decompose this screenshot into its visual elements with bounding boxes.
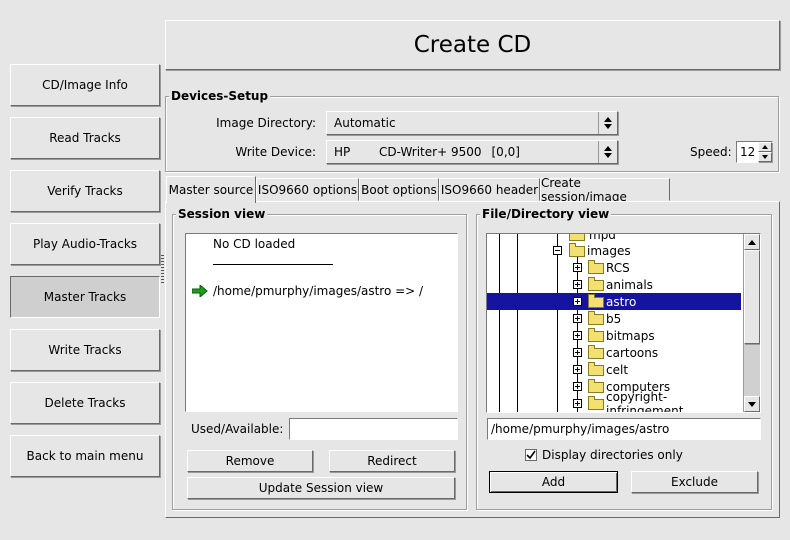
tree-row-animals[interactable]: animals: [487, 276, 741, 293]
session-list[interactable]: No CD loaded /home/pmurphy/images/astro …: [185, 233, 458, 412]
master-tracks-button[interactable]: Master Tracks: [10, 276, 160, 318]
delete-tracks-button[interactable]: Delete Tracks: [10, 382, 160, 424]
expand-icon[interactable]: [573, 365, 582, 374]
tab-boot-options[interactable]: Boot options: [359, 178, 439, 201]
tree-row-bitmaps[interactable]: bitmaps: [487, 327, 741, 344]
file-directory-view-label: File/Directory view: [480, 207, 612, 221]
image-directory-label: Image Directory:: [216, 116, 316, 130]
speed-down-icon[interactable]: [758, 152, 772, 162]
remove-button[interactable]: Remove: [187, 450, 313, 472]
page-title: Create CD: [165, 20, 780, 70]
updown-arrows-icon: [598, 141, 617, 163]
speed-spinbox[interactable]: 12: [736, 141, 773, 163]
folder-icon: [588, 379, 604, 393]
tree-item-label: celt: [606, 362, 629, 377]
tree-row-astro[interactable]: astro: [487, 293, 741, 310]
write-tracks-button[interactable]: Write Tracks: [10, 329, 160, 371]
tab-iso9660-options[interactable]: ISO9660 options: [256, 178, 359, 201]
write-device-bus: [0,0]: [491, 145, 520, 159]
display-directories-checkbox[interactable]: [525, 449, 537, 461]
splitter-handle[interactable]: [161, 255, 164, 285]
devices-setup-label: Devices-Setup: [169, 89, 271, 103]
cd-image-info-button[interactable]: CD/Image Info: [10, 64, 160, 106]
tab-master-source[interactable]: Master source: [166, 176, 256, 203]
expand-icon[interactable]: [573, 331, 582, 340]
green-arrow-icon: [191, 283, 208, 300]
open-folder-icon: [569, 243, 585, 257]
updown-arrows-icon: [598, 112, 617, 134]
folder-icon: [588, 328, 604, 342]
folder-icon: [588, 277, 604, 291]
expand-icon[interactable]: [573, 263, 582, 272]
vertical-scrollbar[interactable]: [743, 234, 760, 412]
folder-icon: [588, 311, 604, 325]
expand-icon[interactable]: [573, 399, 582, 408]
add-button[interactable]: Add: [489, 471, 618, 493]
checkmark-icon: [526, 450, 536, 460]
tree-item-label: b5: [606, 311, 622, 326]
write-device-label: Write Device:: [235, 145, 316, 159]
read-tracks-button[interactable]: Read Tracks: [10, 117, 160, 159]
tree-item-label: copyright-infringement: [606, 389, 684, 413]
tree-row-rcs[interactable]: RCS: [487, 259, 741, 276]
folder-icon: [588, 362, 604, 376]
used-available-field: [289, 418, 458, 440]
verify-tracks-button[interactable]: Verify Tracks: [10, 170, 160, 212]
write-device-model: CD-Writer+ 9500: [379, 145, 482, 159]
directory-tree[interactable]: mpd images RCS animals astro b5 bitmaps …: [486, 233, 761, 413]
play-audio-tracks-button[interactable]: Play Audio-Tracks: [10, 223, 160, 265]
folder-icon: [588, 294, 604, 308]
scroll-up-icon[interactable]: [744, 234, 760, 250]
session-entry[interactable]: /home/pmurphy/images/astro => /: [213, 284, 423, 298]
image-directory-value: Automatic: [334, 116, 396, 130]
tree-item-label: bitmaps: [606, 328, 655, 343]
collapse-icon[interactable]: [553, 246, 562, 255]
separator-line: [213, 264, 333, 265]
display-directories-label: Display directories only: [542, 448, 683, 462]
path-input[interactable]: /home/pmurphy/images/astro: [487, 418, 761, 440]
exclude-button[interactable]: Exclude: [631, 471, 758, 493]
tree-row-copyright-infringement[interactable]: copyright-infringement: [487, 390, 741, 412]
folder-icon: [588, 345, 604, 359]
tree-item-label: images: [587, 243, 631, 258]
redirect-button[interactable]: Redirect: [329, 450, 455, 472]
tree-row-celt[interactable]: celt: [487, 361, 741, 378]
write-device-select[interactable]: HP CD-Writer+ 9500 [0,0]: [326, 140, 618, 164]
tree-item-label: astro: [606, 294, 637, 309]
tree-item-label: mpd: [589, 233, 616, 242]
expand-icon[interactable]: [573, 280, 582, 289]
tab-iso9660-header[interactable]: ISO9660 header: [439, 178, 540, 201]
expand-icon[interactable]: [573, 382, 582, 391]
tree-row-images[interactable]: images: [487, 242, 741, 259]
tree-item-label: animals: [606, 277, 653, 292]
no-cd-text: No CD loaded: [213, 237, 296, 251]
tree-item-label: cartoons: [606, 345, 659, 360]
folder-icon: [569, 234, 585, 241]
expand-icon[interactable]: [573, 348, 582, 357]
speed-value: 12: [740, 145, 756, 159]
session-view-label: Session view: [176, 207, 268, 221]
update-session-view-button[interactable]: Update Session view: [187, 477, 455, 499]
scrollbar-thumb[interactable]: [744, 250, 760, 344]
speed-up-icon[interactable]: [758, 142, 772, 152]
tree-row-cartoons[interactable]: cartoons: [487, 344, 741, 361]
back-to-main-menu-button[interactable]: Back to main menu: [10, 435, 160, 477]
expand-icon[interactable]: [573, 314, 582, 323]
tree-row-b5[interactable]: b5: [487, 310, 741, 327]
scroll-down-icon[interactable]: [744, 396, 760, 412]
speed-label: Speed:: [690, 145, 732, 159]
tab-create-session-image[interactable]: Create session/image: [540, 176, 670, 204]
expand-icon[interactable]: [573, 297, 582, 306]
write-device-vendor: HP: [334, 145, 351, 159]
image-directory-select[interactable]: Automatic: [326, 111, 618, 135]
folder-icon: [588, 396, 604, 410]
folder-icon: [588, 260, 604, 274]
used-available-label: Used/Available:: [191, 422, 284, 436]
tree-item-label: RCS: [606, 260, 630, 275]
